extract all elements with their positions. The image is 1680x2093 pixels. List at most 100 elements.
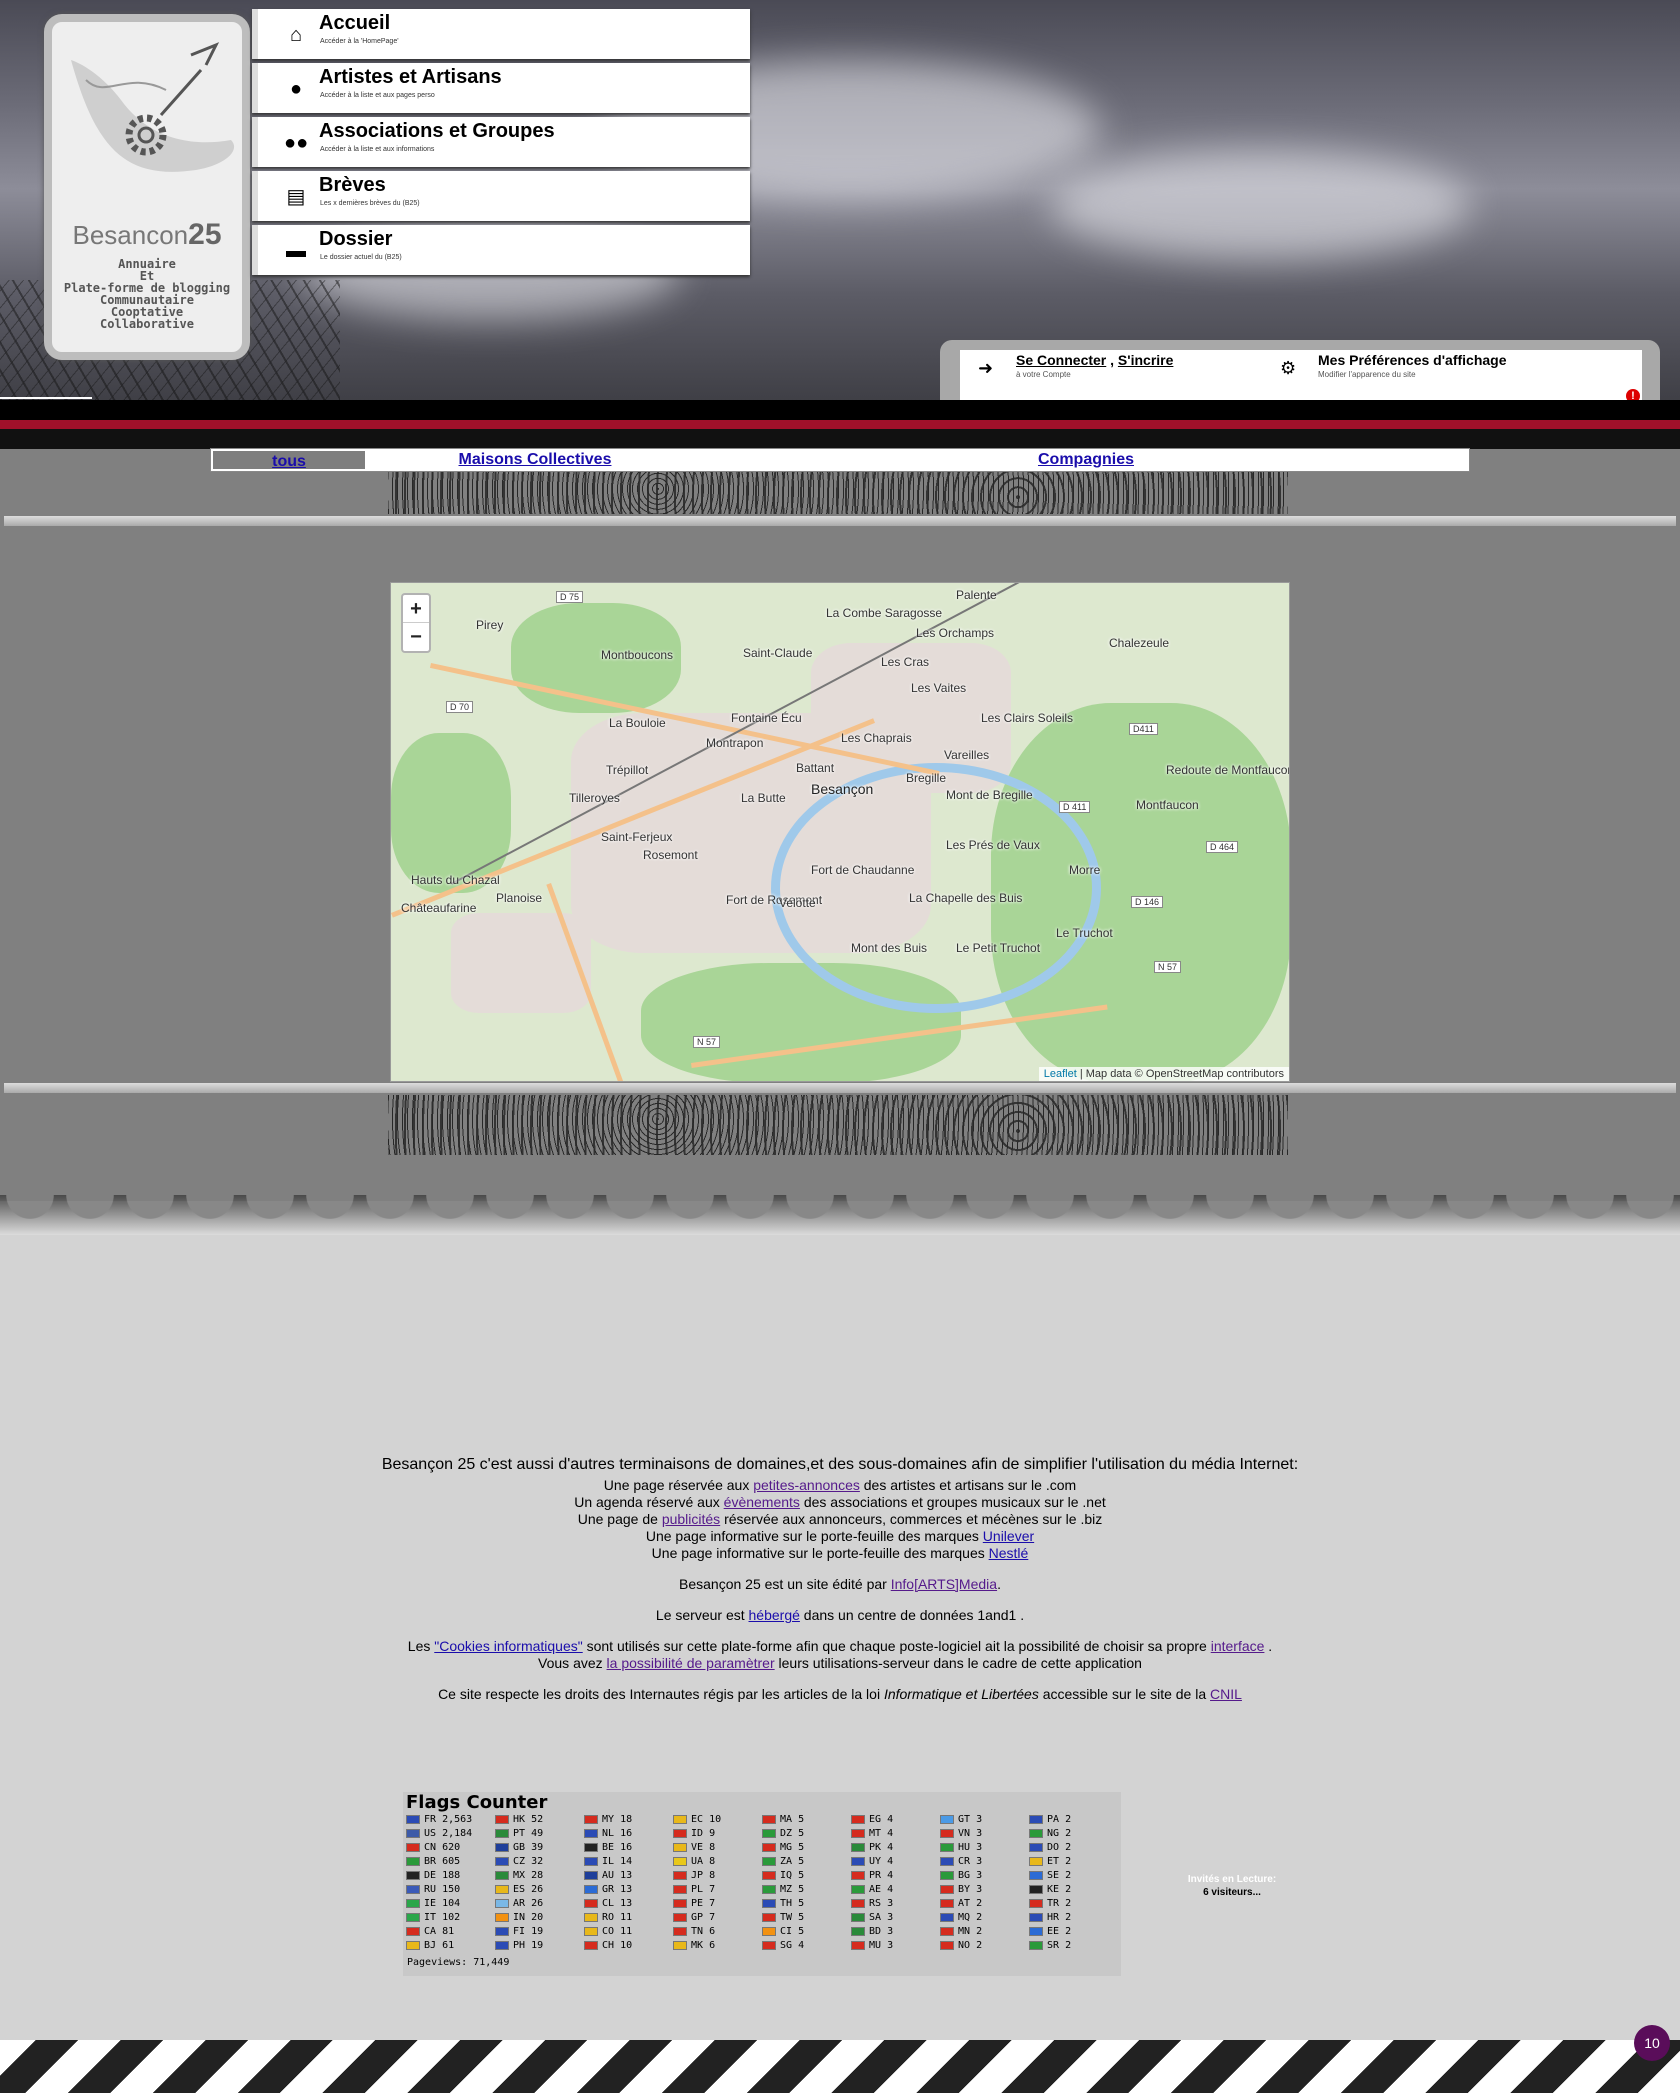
domain-link[interactable]: petites-annonces [753,1477,860,1493]
host-line: Le serveur est hébergé dans un centre de… [655,1607,1025,1623]
country-flag-icon [495,1884,509,1894]
country-flag-icon [851,1828,865,1838]
flag-counter-entry: PE 7 [673,1897,715,1911]
country-flag-icon [940,1814,954,1824]
notification-badge[interactable]: 10 [1634,2025,1670,2061]
sign-in-icon: ➜ [978,358,994,378]
flag-counter-entry: MQ 2 [940,1911,982,1925]
domain-line: Une page informative sur le porte-feuill… [651,1545,1029,1561]
flag-counter-entry: IT 102 [406,1911,460,1925]
menu-item-title: Associations et Groupes [319,120,555,142]
menu-item-br-ves[interactable]: ▤ Brèves Les x dernières brèves du (B25) [252,171,750,221]
leaflet-map[interactable]: Palente La Combe Saragosse Les Orchamps Cha… [390,582,1290,1082]
domain-link[interactable]: publicités [662,1511,720,1527]
flag-counter-entry: IL 14 [584,1855,632,1869]
flag-counter-entry: JP 8 [673,1869,715,1883]
country-flag-icon [495,1940,509,1950]
zoom-out-button[interactable]: − [403,623,429,651]
map-place-label: Battant [796,761,835,775]
flag-counter-entry: ZA 5 [762,1855,804,1869]
country-flag-icon [584,1814,598,1824]
flag-counter-entry: CZ 32 [495,1855,543,1869]
country-flag-icon [851,1898,865,1908]
map-place-label: Velotte [779,896,816,910]
map-place-label: La Bouloie [609,716,666,730]
menu-item-associations-et-groupes[interactable]: ●● Associations et Groupes Accéder à la li… [252,117,750,167]
flag-counter-entry: HU 3 [940,1841,982,1855]
country-flag-icon [762,1828,776,1838]
flag-counter-entry: FI 19 [495,1925,543,1939]
map-place-label: Bregille [906,771,947,785]
country-flag-icon [1029,1842,1043,1852]
domain-link[interactable]: Nestlé [989,1545,1029,1561]
flag-counter-entry: CA 81 [406,1925,454,1939]
cookies-link[interactable]: "Cookies informatiques" [434,1638,582,1654]
divider-red [0,420,1680,429]
flag-counter-entry: RS 3 [851,1897,893,1911]
host-link[interactable]: hébergé [749,1607,800,1623]
menu-item-subtitle: Accéder à la liste et aux informations [320,146,435,153]
country-flag-icon [762,1926,776,1936]
domain-link[interactable]: évènements [724,1494,800,1510]
menu-item-title: Dossier [319,228,393,250]
flags-counter-widget[interactable]: Flags Counter FR 2,563 US 2,184 CN 620 BR 6… [403,1792,1121,1976]
flag-counter-entry: BD 3 [851,1925,893,1939]
logo-brand: Besancon25 [72,218,222,251]
tab-label[interactable]: Compagnies [1038,451,1134,468]
tab-label[interactable]: Maisons Collectives [459,451,612,468]
tab-tous[interactable]: tous [211,449,367,471]
domain-line: Une page informative sur le porte-feuill… [645,1528,1035,1544]
tab-compagnies[interactable]: Compagnies [703,449,1469,471]
pageviews-count: Pageviews: 71,449 [407,1957,510,1968]
map-place-label: La Chapelle des Buis [909,891,1023,905]
country-flag-icon [940,1912,954,1922]
country-flag-icon [673,1912,687,1922]
flag-counter-entry: ID 9 [673,1827,715,1841]
menu-item-subtitle: Accéder à la 'HomePage' [320,38,399,45]
domain-line: Une page réservée aux petites-annonces d… [603,1477,1077,1493]
flag-counter-entry: PA 2 [1029,1813,1071,1827]
map-place-label: Les Vaites [911,681,967,695]
interface-link[interactable]: interface [1211,1638,1265,1654]
flag-counter-entry: NL 16 [584,1827,632,1841]
menu-item-dossier[interactable]: ▬ Dossier Le dossier actuel du (B25) [252,225,750,275]
menu-item-subtitle: Accéder à la liste et aux pages perso [320,92,435,99]
leaflet-link[interactable]: Leaflet [1044,1068,1077,1080]
flag-counter-entry: IQ 5 [762,1869,804,1883]
tab-maisons-collectives[interactable]: Maisons Collectives [367,449,703,471]
menu-item-artistes-et-artisans[interactable]: ● Artistes et Artisans Accéder à la liste … [252,63,750,113]
register-link[interactable]: S'incrire [1118,352,1173,368]
menu-item-accueil[interactable]: ⌂ Accueil Accéder à la 'HomePage' [252,9,750,59]
domain-link[interactable]: Unilever [983,1528,1034,1544]
country-flag-icon [673,1898,687,1908]
country-flag-icon [940,1884,954,1894]
map-place-label: Morre [1069,863,1101,877]
domain-line: Une page de publicités réservée aux anno… [577,1511,1103,1527]
country-flag-icon [762,1898,776,1908]
map-river [771,763,1101,1013]
site-logo[interactable]: Besancon25 Annuaire Et Plate-forme de bl… [44,14,250,360]
account-bar: ➜ Se Connecter , S'incrire à votre Compt… [960,350,1642,388]
preferences-link[interactable]: Mes Préférences d'affichage [1318,352,1507,368]
map-place-label: Trépillot [606,763,649,777]
country-flag-icon [940,1940,954,1950]
category-tabs: tous Maisons Collectives Compagnies [210,448,1470,472]
tab-label[interactable]: tous [272,453,306,470]
login-link[interactable]: Se Connecter [1016,352,1106,368]
country-flag-icon [1029,1940,1043,1950]
param-link[interactable]: la possibilité de paramètrer [607,1655,775,1671]
map-place-label: Saint-Ferjeux [601,830,673,844]
flag-counter-entry: TR 2 [1029,1897,1071,1911]
flag-counter-entry: AT 2 [940,1897,982,1911]
country-flag-icon [406,1856,420,1866]
map-route-shield: N 57 [1154,961,1182,973]
map-place-label: Chalezeule [1109,636,1170,650]
zoom-in-button[interactable]: + [403,595,429,623]
editor-link[interactable]: Info[ARTS]Media [891,1576,997,1592]
country-flag-icon [762,1940,776,1950]
country-flag-icon [1029,1856,1043,1866]
cnil-link[interactable]: CNIL [1210,1686,1242,1702]
flag-counter-entry: BE 16 [584,1841,632,1855]
country-flag-icon [1029,1870,1043,1880]
attribution-text: | Map data © OpenStreetMap contributors [1076,1068,1284,1080]
